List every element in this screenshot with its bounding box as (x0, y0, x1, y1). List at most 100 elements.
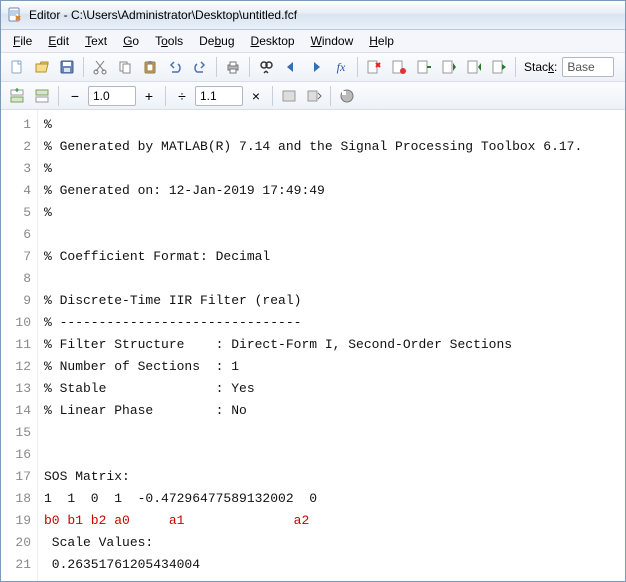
multiply-button[interactable]: × (244, 84, 268, 108)
multiply-value-input[interactable]: 1.1 (195, 86, 243, 106)
code-line: % Number of Sections : 1 (44, 356, 625, 378)
code-line: Scale Values: (44, 532, 625, 554)
line-number: 19 (1, 510, 31, 532)
stack-label: Stack: (524, 60, 557, 74)
line-number: 11 (1, 334, 31, 356)
publish-button[interactable] (335, 84, 359, 108)
open-file-button[interactable] (30, 55, 54, 79)
print-button[interactable] (221, 55, 245, 79)
line-number: 14 (1, 400, 31, 422)
line-number: 18 (1, 488, 31, 510)
menu-help[interactable]: Help (363, 32, 402, 50)
toolbar-separator (249, 57, 250, 77)
undo-button[interactable] (163, 55, 187, 79)
continue-button[interactable] (487, 55, 511, 79)
code-line (44, 422, 625, 444)
toolbar-separator (58, 86, 59, 106)
code-line: % Generated on: 12-Jan-2019 17:49:49 (44, 180, 625, 202)
editor-window: Editor - C:\Users\Administrator\Desktop\… (0, 0, 626, 582)
toolbar-separator (357, 57, 358, 77)
line-number: 10 (1, 312, 31, 334)
find-button[interactable] (254, 55, 278, 79)
code-line: % Generated by MATLAB(R) 7.14 and the Si… (44, 136, 625, 158)
code-line: % Coefficient Format: Decimal (44, 246, 625, 268)
toolbar-separator (165, 86, 166, 106)
editor-area[interactable]: 123456789101112131415161718192021 %% Gen… (1, 110, 625, 581)
save-button[interactable] (55, 55, 79, 79)
code-content[interactable]: %% Generated by MATLAB(R) 7.14 and the S… (38, 110, 625, 581)
line-number: 16 (1, 444, 31, 466)
cell-insert-above-button[interactable] (5, 84, 29, 108)
toolbar-separator (272, 86, 273, 106)
go-forward-button[interactable] (304, 55, 328, 79)
titlebar: Editor - C:\Users\Administrator\Desktop\… (1, 1, 625, 30)
step-in-button[interactable] (437, 55, 461, 79)
copy-button[interactable] (113, 55, 137, 79)
line-number: 4 (1, 180, 31, 202)
cell-insert-below-button[interactable] (30, 84, 54, 108)
code-line: % Discrete-Time IIR Filter (real) (44, 290, 625, 312)
menu-window[interactable]: Window (305, 32, 362, 50)
line-number: 6 (1, 224, 31, 246)
increment-value-input[interactable]: 1.0 (88, 86, 136, 106)
line-number: 2 (1, 136, 31, 158)
line-number: 5 (1, 202, 31, 224)
code-line: % (44, 202, 625, 224)
code-line: b0 b1 b2 a0 a1 a2 (44, 510, 625, 532)
toolbar-separator (330, 86, 331, 106)
set-breakpoint-button[interactable] (387, 55, 411, 79)
code-line: % ------------------------------- (44, 312, 625, 334)
toolbar-main: fx Stack: Base (1, 53, 625, 82)
line-number: 3 (1, 158, 31, 180)
insert-function-button[interactable]: fx (329, 55, 353, 79)
paste-button[interactable] (138, 55, 162, 79)
line-number: 12 (1, 356, 31, 378)
line-number: 17 (1, 466, 31, 488)
menu-edit[interactable]: Edit (42, 32, 77, 50)
code-line: % (44, 158, 625, 180)
line-number: 8 (1, 268, 31, 290)
increment-button[interactable]: + (137, 84, 161, 108)
line-number: 21 (1, 554, 31, 576)
redo-button[interactable] (188, 55, 212, 79)
toolbar-cells: − 1.0 + ÷ 1.1 × (1, 82, 625, 110)
app-icon (7, 7, 23, 23)
eval-cell-advance-button[interactable] (302, 84, 326, 108)
line-number: 9 (1, 290, 31, 312)
line-number: 13 (1, 378, 31, 400)
code-line (44, 224, 625, 246)
stack-select[interactable]: Base (562, 57, 614, 77)
line-number: 1 (1, 114, 31, 136)
new-file-button[interactable] (5, 55, 29, 79)
line-number-gutter: 123456789101112131415161718192021 (1, 110, 38, 581)
menu-tools[interactable]: Tools (149, 32, 191, 50)
line-number: 7 (1, 246, 31, 268)
go-back-button[interactable] (279, 55, 303, 79)
cut-button[interactable] (88, 55, 112, 79)
menubar: File Edit Text Go Tools Debug Desktop Wi… (1, 30, 625, 53)
code-line: % (44, 114, 625, 136)
decrement-button[interactable]: − (63, 84, 87, 108)
menu-file[interactable]: File (7, 32, 40, 50)
window-title: Editor - C:\Users\Administrator\Desktop\… (29, 8, 297, 22)
code-line: % Linear Phase : No (44, 400, 625, 422)
menu-text[interactable]: Text (79, 32, 115, 50)
code-line: SOS Matrix: (44, 466, 625, 488)
line-number: 20 (1, 532, 31, 554)
toolbar-separator (515, 57, 516, 77)
code-line: 0.26351761205434004 (44, 554, 625, 576)
menu-go[interactable]: Go (117, 32, 147, 50)
divide-button[interactable]: ÷ (170, 84, 194, 108)
code-line: % Filter Structure : Direct-Form I, Seco… (44, 334, 625, 356)
line-number: 15 (1, 422, 31, 444)
menu-desktop[interactable]: Desktop (245, 32, 303, 50)
step-out-button[interactable] (462, 55, 486, 79)
code-line (44, 268, 625, 290)
step-button[interactable] (412, 55, 436, 79)
clear-breakpoints-button[interactable] (362, 55, 386, 79)
code-line: % Stable : Yes (44, 378, 625, 400)
code-line: 1 1 0 1 -0.47296477589132002 0 (44, 488, 625, 510)
eval-cell-button[interactable] (277, 84, 301, 108)
menu-debug[interactable]: Debug (193, 32, 242, 50)
toolbar-separator (216, 57, 217, 77)
